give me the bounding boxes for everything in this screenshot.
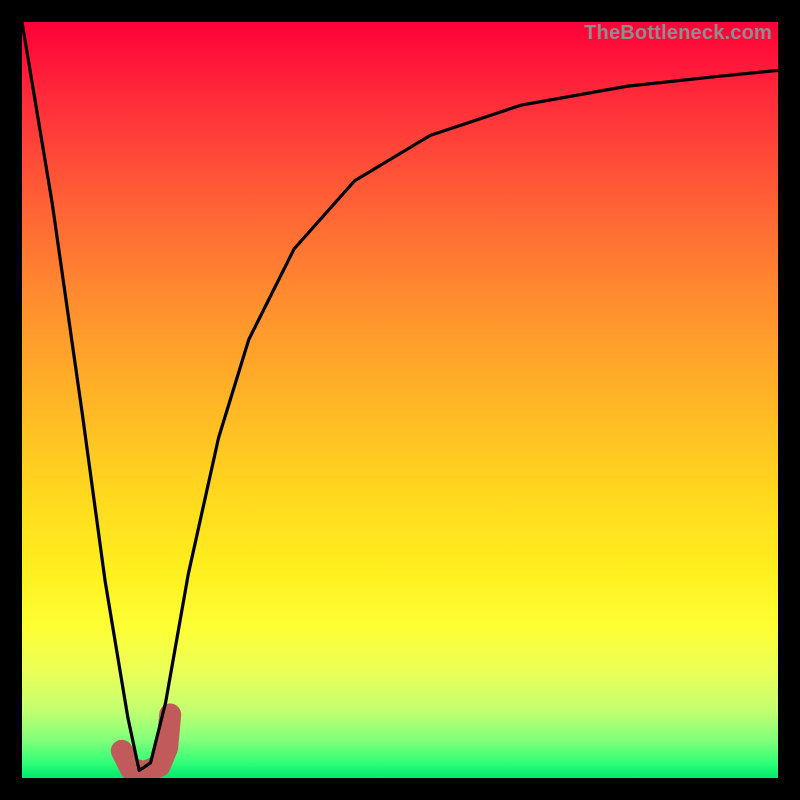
bottleneck-curve [22,22,778,770]
chart-svg [22,22,778,778]
plot-area: TheBottleneck.com [22,22,778,778]
chart-frame: TheBottleneck.com [0,0,800,800]
marker-dot [112,741,132,761]
